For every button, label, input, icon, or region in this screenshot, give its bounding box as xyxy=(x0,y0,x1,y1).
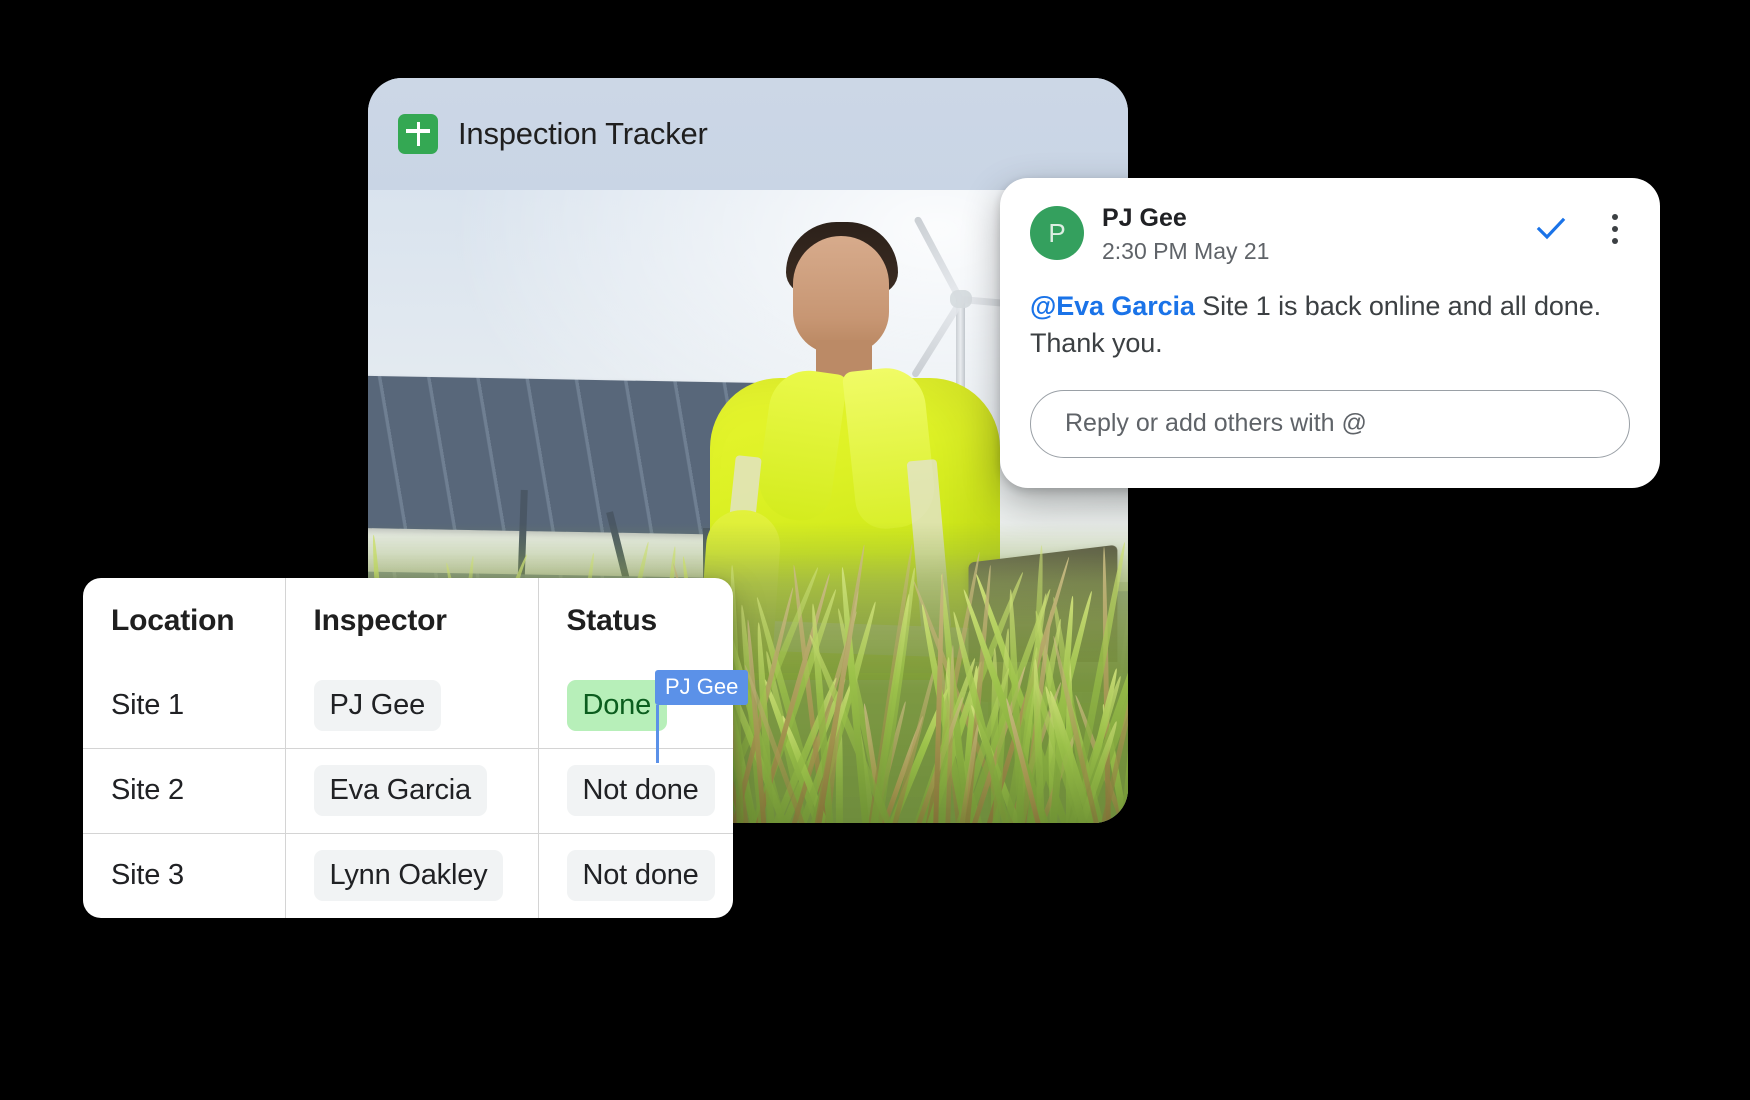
inspector-chip[interactable]: Eva Garcia xyxy=(313,765,487,816)
table-row[interactable]: Site 1 PJ Gee Done xyxy=(83,663,733,749)
inspector-chip[interactable]: PJ Gee xyxy=(313,679,442,731)
inspector-chip[interactable]: Lynn Oakley xyxy=(313,850,504,902)
comment-body: @Eva Garcia Site 1 is back online and al… xyxy=(1030,288,1630,361)
cell-status[interactable]: Done xyxy=(538,663,733,749)
cell-location[interactable]: Site 2 xyxy=(83,748,286,834)
comment-header: P PJ Gee 2:30 PM May 21 xyxy=(1030,204,1630,266)
cell-inspector[interactable]: Lynn Oakley xyxy=(285,833,539,918)
reply-field[interactable] xyxy=(1030,389,1630,458)
avatar: P xyxy=(1030,206,1084,260)
page-title: Inspection Tracker xyxy=(458,116,708,151)
comment-meta: PJ Gee 2:30 PM May 21 xyxy=(1102,204,1532,266)
status-chip[interactable]: Not done xyxy=(566,850,715,902)
table-row[interactable]: Site 2 Eva Garcia Not done xyxy=(83,748,733,834)
inspection-table: Location Inspector Status Site 1 PJ Gee … xyxy=(83,578,733,918)
google-sheets-icon xyxy=(398,114,438,154)
comment-author: PJ Gee xyxy=(1102,204,1187,232)
cell-location[interactable]: Site 1 xyxy=(83,663,286,749)
cell-inspector[interactable]: Eva Garcia xyxy=(285,748,539,834)
cell-status[interactable]: Not done xyxy=(538,748,733,834)
column-header-status[interactable]: Status xyxy=(538,578,733,663)
mention-link[interactable]: @Eva Garcia xyxy=(1030,291,1195,321)
column-header-inspector[interactable]: Inspector xyxy=(285,578,539,663)
reply-input[interactable] xyxy=(1063,408,1597,440)
status-chip[interactable]: Not done xyxy=(566,765,715,816)
cell-location[interactable]: Site 3 xyxy=(83,833,286,918)
table-row[interactable]: Site 3 Lynn Oakley Not done xyxy=(83,833,733,918)
sheet-header: Inspection Tracker xyxy=(368,78,1128,190)
column-header-location[interactable]: Location xyxy=(83,578,286,663)
comment-timestamp: 2:30 PM May 21 xyxy=(1102,237,1270,264)
cell-status[interactable]: Not done xyxy=(538,833,733,918)
screenshot-stage: Inspection Tracker Location Inspector St… xyxy=(0,0,1750,1100)
more-vertical-icon[interactable] xyxy=(1600,210,1630,248)
table-header-row: Location Inspector Status xyxy=(83,578,733,663)
comment-card: P PJ Gee 2:30 PM May 21 @Eva Garcia Site… xyxy=(1000,178,1660,488)
check-icon[interactable] xyxy=(1532,210,1570,248)
comment-actions xyxy=(1532,210,1630,248)
status-chip-done[interactable]: Done xyxy=(566,679,668,731)
status-table-card: Location Inspector Status Site 1 PJ Gee … xyxy=(83,578,733,918)
cell-inspector[interactable]: PJ Gee xyxy=(285,663,539,749)
